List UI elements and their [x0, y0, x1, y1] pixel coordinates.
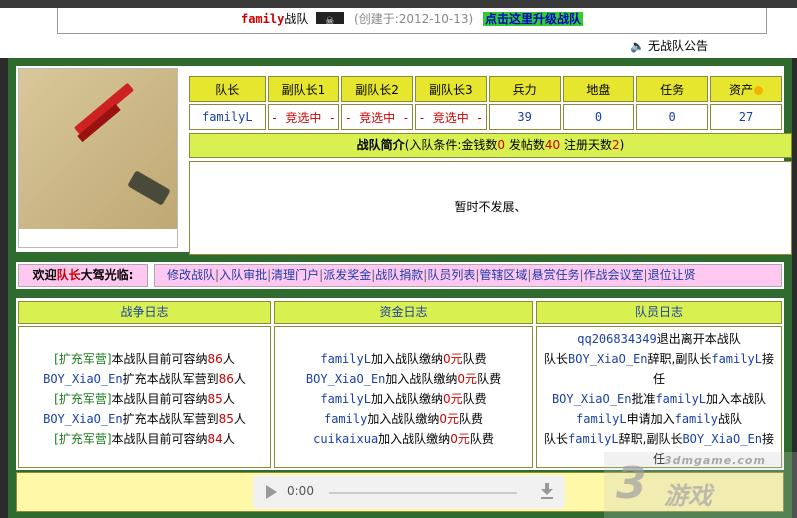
link-territory[interactable]: 管辖区域: [479, 268, 527, 282]
member-log-header: 队员日志: [536, 301, 782, 324]
team-intro-body: 暂时不发展、: [189, 161, 792, 255]
team-info-panel: 队长 副队长1 副队长2 副队长3 兵力 地盘 任务 资产 familyL - …: [16, 66, 792, 255]
main-panel: 队长 副队长1 副队长2 副队长3 兵力 地盘 任务 资产 familyL - …: [8, 58, 792, 518]
list-item: [扩充军营]本战队目前可容纳86人: [54, 352, 235, 366]
team-avatar: [18, 68, 178, 248]
list-item: BOY_XiaO_En扩充本战队军营到85人: [43, 412, 246, 426]
list-item: BOY_XiaO_En扩充本战队军营到86人: [43, 372, 246, 386]
vice-captain-1: - 竞选中 -: [267, 104, 340, 130]
welcome-bar: 欢迎队长大驾光临: 修改战队|入队审批|清理门户|派发奖金|战队捐款|队员列表|…: [16, 262, 784, 289]
admin-links: 修改战队|入队审批|清理门户|派发奖金|战队捐款|队员列表|管辖区域|悬赏任务|…: [154, 264, 782, 287]
link-clean-house[interactable]: 清理门户: [271, 268, 319, 282]
stat-header: 副队长1: [267, 76, 340, 102]
stat-header: 副队长2: [341, 76, 413, 102]
logs-panel: 战争日志 资金日志 队员日志 [扩充军营]本战队目前可容纳86人 BOY_Xia…: [16, 298, 784, 470]
list-item: qq206834349退出离开本战队: [577, 332, 741, 346]
captain-link[interactable]: familyL: [189, 104, 266, 130]
team-suffix: 战队: [284, 12, 309, 26]
download-icon[interactable]: [541, 483, 553, 499]
stat-header: 队长: [189, 76, 266, 102]
list-item: familyL加入战队缴纳0元队费: [320, 392, 487, 406]
link-bounty[interactable]: 悬赏任务: [531, 268, 579, 282]
speaker-icon: 🔈: [630, 39, 645, 53]
assets-value: 27: [709, 104, 782, 130]
top-bar: [0, 0, 797, 8]
pirate-flag-icon: [316, 11, 345, 33]
vice-captain-3: - 竞选中 -: [414, 104, 487, 130]
list-item: BOY_XiaO_En批准familyL加入本战队: [551, 392, 767, 406]
created-date: (创建于:2012-10-13): [354, 12, 474, 26]
page-title-bar: family战队 (创建于:2012-10-13) 点击这里升级战队: [57, 8, 767, 34]
link-edit-team[interactable]: 修改战队: [167, 268, 215, 282]
fund-log: familyL加入战队缴纳0元队费 BOY_XiaO_En加入战队缴纳0元队费 …: [274, 326, 533, 468]
war-log: [扩充军营]本战队目前可容纳86人 BOY_XiaO_En扩充本战队军营到86人…: [18, 326, 271, 468]
list-item: family加入战队缴纳0元队费: [323, 412, 484, 426]
list-item: BOY_XiaO_En加入战队缴纳0元队费: [305, 372, 502, 386]
team-name: family: [240, 12, 285, 26]
coin-icon: [753, 85, 763, 95]
notice-text: 无战队公告: [647, 39, 708, 53]
link-donate[interactable]: 战队捐款: [375, 268, 423, 282]
list-item: familyL申请加入family战队: [576, 412, 742, 426]
audio-player: 0:00: [253, 475, 565, 509]
team-intro-header: 战队简介(入队条件:金钱数0 发帖数40 注册天数2): [189, 133, 792, 158]
stat-header: 副队长3: [414, 76, 487, 102]
list-item: familyL加入战队缴纳0元队费: [320, 352, 487, 366]
stat-header: 兵力: [488, 76, 561, 102]
tasks-value: 0: [636, 104, 708, 130]
link-member-list[interactable]: 队员列表: [427, 268, 475, 282]
audio-time: 0:00: [287, 484, 314, 498]
list-item: [扩充军营]本战队目前可容纳85人: [54, 392, 235, 406]
territory-value: 0: [562, 104, 635, 130]
list-item: cuikaixua加入战队缴纳0元队费: [313, 432, 494, 446]
fund-log-header: 资金日志: [274, 301, 533, 324]
play-icon[interactable]: [266, 485, 277, 499]
team-stats-table: 队长 副队长1 副队长2 副队长3 兵力 地盘 任务 资产 familyL - …: [187, 74, 784, 132]
list-item: 队长BOY_XiaO_En辞职,副队长familyL接任: [544, 352, 774, 386]
troops-value: 39: [488, 104, 561, 130]
link-abdicate[interactable]: 退位让贤: [648, 268, 696, 282]
welcome-label: 欢迎队长大驾光临:: [18, 264, 148, 287]
link-war-room[interactable]: 作战会议室: [584, 268, 644, 282]
stat-header: 任务: [636, 76, 708, 102]
team-notice[interactable]: 🔈 无战队公告: [630, 37, 708, 54]
upgrade-team-link[interactable]: 点击这里升级战队: [483, 12, 584, 26]
link-bonus[interactable]: 派发奖金: [323, 268, 371, 282]
member-log: qq206834349退出离开本战队 队长BOY_XiaO_En辞职,副队长fa…: [536, 326, 782, 468]
vice-captain-2: - 竞选中 -: [341, 104, 413, 130]
audio-seek-bar[interactable]: [329, 492, 517, 494]
link-join-approval[interactable]: 入队审批: [219, 268, 267, 282]
site-watermark: 3 3dmgame.com 游戏: [604, 452, 797, 518]
war-log-header: 战争日志: [18, 301, 271, 324]
stat-header: 地盘: [562, 76, 635, 102]
stat-header-assets: 资产: [709, 76, 782, 102]
list-item: [扩充军营]本战队目前可容纳84人: [54, 432, 235, 446]
